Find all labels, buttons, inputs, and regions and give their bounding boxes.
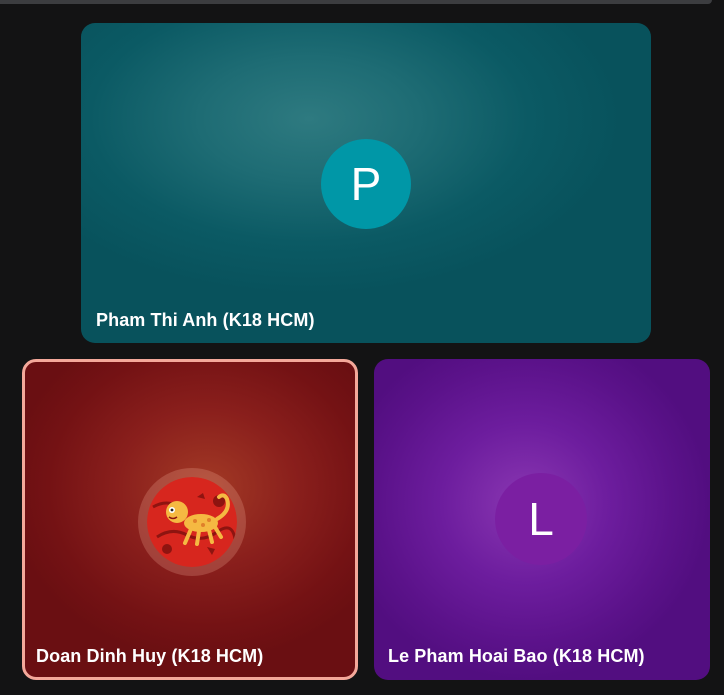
avatar: L: [495, 473, 587, 565]
participant-name: Doan Dinh Huy (K18 HCM): [36, 646, 264, 666]
avatar-initial: P: [350, 158, 382, 210]
avatar-initial: L: [528, 493, 554, 545]
participant-tile-pham-thi-anh[interactable]: P Pham Thi Anh (K18 HCM): [81, 23, 651, 343]
avatar: [138, 468, 246, 576]
golden-monkey-icon: [147, 477, 237, 567]
participant-tile-le-pham-hoai-bao[interactable]: L Le Pham Hoai Bao (K18 HCM): [374, 359, 710, 680]
top-toolbar-edge: [0, 0, 712, 4]
participant-name: Pham Thi Anh (K18 HCM): [96, 310, 315, 330]
participant-name: Le Pham Hoai Bao (K18 HCM): [388, 646, 645, 666]
participant-tile-doan-dinh-huy[interactable]: Doan Dinh Huy (K18 HCM): [22, 359, 358, 680]
avatar: P: [321, 139, 411, 229]
